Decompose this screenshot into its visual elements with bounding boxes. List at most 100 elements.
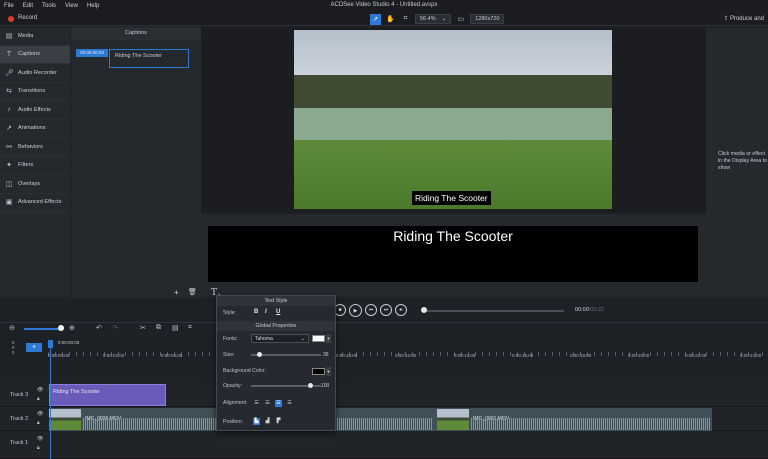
sidebar-item-transitions[interactable]: ⇆ Transitions	[0, 83, 70, 101]
properties-hint: Click media or effect in the Display Are…	[718, 151, 768, 171]
clip-thumbnail	[437, 409, 469, 430]
sidebar-item-overlays[interactable]: ◫ Overlays	[0, 175, 70, 194]
produce-label: Produce and	[729, 16, 764, 22]
caption-time[interactable]: 00:00:00;03	[76, 49, 108, 57]
underline-button[interactable]: U	[276, 309, 280, 315]
opacity-slider-handle[interactable]	[308, 383, 313, 388]
paste-icon[interactable]: ▤	[172, 324, 179, 332]
opacity-label: Opacity:	[223, 383, 243, 389]
size-value: 36	[323, 352, 329, 358]
playhead-time: 0:00:00;03	[58, 340, 80, 345]
zoom-select[interactable]: 56.4% ⌄	[415, 14, 452, 24]
scrub-bar[interactable]	[424, 310, 564, 312]
align-middle-icon[interactable]: ☰	[275, 400, 282, 407]
split-icon[interactable]: ⌗	[188, 324, 192, 332]
sidebar-item-label: Animations	[18, 125, 46, 132]
scrub-handle[interactable]	[421, 307, 427, 313]
italic-button[interactable]: I	[265, 309, 267, 315]
position-label: Position:	[223, 419, 243, 425]
play-icon[interactable]: ▶	[349, 304, 362, 317]
sidebar-item-label: Audio Recorder	[18, 69, 57, 76]
sidebar-item-label: Captions	[18, 51, 41, 58]
playhead-marker[interactable]	[48, 340, 53, 348]
background-color-swatch[interactable]	[312, 368, 325, 375]
transitions-icon: ⇆	[6, 88, 12, 96]
crop-icon[interactable]: ⌗	[400, 14, 411, 25]
position-bottom-center-icon[interactable]: ▟	[264, 418, 271, 425]
lock-icon[interactable]: 🔒︎	[37, 420, 40, 426]
align-center-icon[interactable]: ☰	[264, 400, 271, 407]
sidebar-item-audio-effects[interactable]: ♪ Audio Effects	[0, 101, 70, 120]
current-time: 00:00	[575, 307, 589, 313]
undo-icon[interactable]: ↶	[96, 324, 102, 332]
resolution-select[interactable]: 1280x720	[470, 14, 505, 24]
zoom-out-icon[interactable]: ⊖	[9, 324, 15, 332]
eye-icon[interactable]: 👁︎	[37, 387, 43, 393]
record-icon[interactable]	[8, 16, 14, 22]
text-icon: T	[6, 50, 12, 58]
eye-icon[interactable]: 👁︎	[37, 411, 43, 417]
video-clip[interactable]: IMG_0029.MOV IMG_0031.MOV	[49, 408, 712, 431]
caption-editor-text[interactable]: Riding The Scooter	[208, 228, 698, 244]
sidebar-item-label: Audio Effects	[18, 106, 51, 113]
position-top-icon[interactable]: ▛	[275, 418, 282, 425]
ruler-label: 0:00:00;00	[48, 353, 70, 358]
caption-text-field[interactable]: Riding The Scooter	[109, 49, 189, 68]
video-preview[interactable]: Riding The Scooter	[294, 30, 612, 209]
eye-icon[interactable]: 👁︎	[37, 436, 43, 442]
volume-icon[interactable]: 🔊︎	[395, 304, 407, 316]
time-display: 00:00/00:22	[575, 307, 604, 313]
size-slider-handle[interactable]	[257, 352, 262, 357]
pointer-icon[interactable]: ➚	[370, 13, 381, 25]
mic-icon: 🎤︎	[5, 69, 14, 77]
filters-icon: ✦	[6, 162, 12, 170]
align-left-icon[interactable]: ☰	[253, 400, 260, 407]
font-select[interactable]: Tahoma ⌄	[251, 334, 309, 343]
caption-clip[interactable]: Riding The Scooter	[49, 384, 166, 406]
produce-button[interactable]: ⇧ Produce and	[723, 15, 764, 22]
add-track-button[interactable]: +	[26, 343, 42, 352]
track-label: Track 3	[10, 392, 29, 398]
hand-icon[interactable]: ✋	[385, 14, 396, 25]
delete-caption-icon[interactable]: 🗑︎	[188, 288, 197, 296]
animation-icon: ↗	[6, 125, 12, 133]
position-bottom-left-icon[interactable]: ▙	[253, 418, 260, 425]
sidebar-item-media[interactable]: ▤ Media	[0, 27, 70, 46]
copy-icon[interactable]: ⧉	[156, 324, 161, 332]
alignment-label: Alignment:	[223, 400, 248, 406]
sidebar-item-filters[interactable]: ✦ Filters	[0, 157, 70, 175]
add-caption-icon[interactable]: +	[174, 288, 179, 297]
lock-icon[interactable]: 🔒︎	[37, 396, 40, 402]
bold-button[interactable]: B	[254, 309, 258, 315]
zoom-in-icon[interactable]: ⊕	[69, 324, 75, 332]
style-label: Style:	[223, 310, 236, 316]
ruler-label: 0:00:22;00	[685, 353, 707, 358]
ruler-label: 0:00:20;00	[628, 353, 650, 358]
redo-icon[interactable]: ↷	[112, 324, 118, 332]
sidebar-item-label: Advanced Effects	[18, 199, 62, 206]
sidebar-item-behaviors[interactable]: ⚯ Behaviors	[0, 138, 70, 157]
total-time: /00:22	[588, 307, 605, 313]
opacity-value: 100	[321, 383, 330, 389]
ruler-label: 0:00:04;00	[161, 353, 183, 358]
font-color-swatch[interactable]	[312, 335, 325, 342]
sidebar-item-label: Filters	[18, 162, 34, 169]
lock-icon[interactable]: 🔒︎	[37, 445, 40, 451]
next-icon[interactable]: ⏭	[380, 304, 392, 316]
sidebar-item-captions[interactable]: T Captions	[0, 45, 70, 64]
preview-caption[interactable]: Riding The Scooter	[412, 191, 491, 205]
record-button[interactable]: Record	[18, 15, 37, 21]
cut-icon[interactable]: ✂	[140, 324, 146, 332]
playhead-line	[50, 348, 51, 459]
preview-toolbar: ➚ ✋ ⌗ 56.4% ⌄ ▭ 1280x720	[370, 13, 505, 25]
chevron-down-icon[interactable]: ▼	[326, 367, 331, 376]
previous-icon[interactable]: ⏮	[365, 304, 377, 316]
sidebar-item-advanced-effects[interactable]: ▣ Advanced Effects	[0, 194, 70, 212]
align-right-icon[interactable]: ☰	[286, 400, 293, 407]
sidebar-item-animations[interactable]: ↗ Animations	[0, 120, 70, 138]
zoom-slider-handle[interactable]	[58, 325, 64, 331]
zoom-slider[interactable]	[24, 328, 62, 330]
sidebar-item-audio-recorder[interactable]: 🎤︎ Audio Recorder	[0, 64, 70, 83]
media-icon: ▤	[5, 32, 13, 40]
chevron-down-icon[interactable]: ▼	[326, 334, 331, 343]
